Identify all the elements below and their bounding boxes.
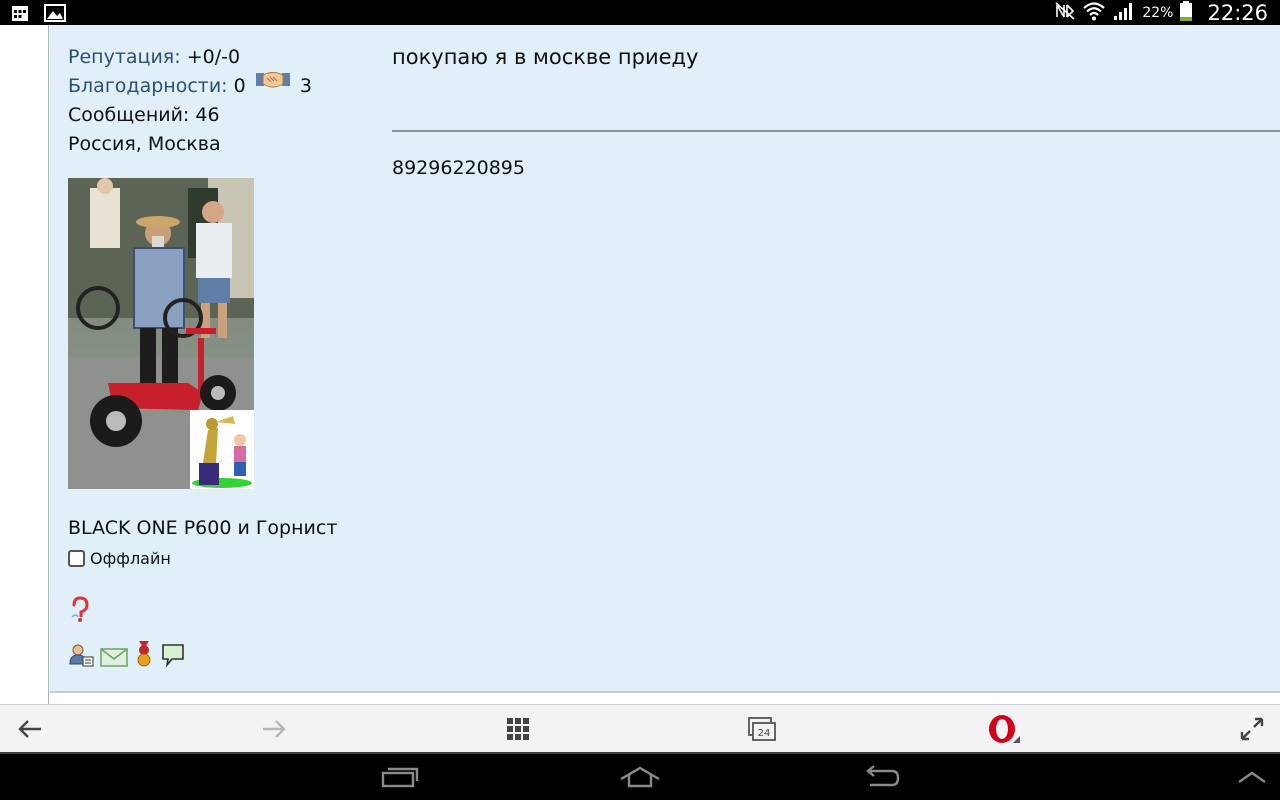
- user-title: BLACK ONE P600 и Горнист: [68, 517, 338, 539]
- message-title: покупаю я в москве приеду: [392, 45, 699, 69]
- forward-icon: [263, 720, 286, 738]
- reputation-line: Репутация: +0/-0: [68, 43, 368, 72]
- status-bar: 22% 22:26: [0, 0, 1280, 25]
- battery-icon: [1179, 0, 1193, 26]
- back-nav-icon: [866, 765, 900, 787]
- send-message-icon[interactable]: [100, 646, 128, 673]
- chat-bubble-icon[interactable]: [160, 642, 186, 673]
- back-nav-button[interactable]: [852, 754, 912, 800]
- speed-dial-button[interactable]: [498, 705, 538, 753]
- online-status-label: Оффлайн: [90, 549, 171, 568]
- tabs-count: 24: [758, 728, 771, 739]
- wifi-icon: [1082, 0, 1106, 26]
- location: Россия, Москва: [68, 133, 221, 155]
- notification-calendar-icon: [10, 3, 30, 27]
- web-page: Репутация: +0/-0 Благодарности: 0 3 Сооб: [0, 25, 1280, 704]
- nav-expand-icon: [1238, 771, 1266, 783]
- user-action-icons: [68, 640, 186, 673]
- nav-expand-button[interactable]: [1230, 754, 1274, 800]
- user-avatar[interactable]: [68, 178, 254, 489]
- award-medal-icon[interactable]: [134, 640, 154, 673]
- tabs-button[interactable]: 24: [742, 705, 782, 753]
- messages-line: Сообщений: 46: [68, 101, 368, 130]
- thanks-line: Благодарности: 0 3: [68, 72, 368, 101]
- opera-menu-icon: [989, 715, 1020, 743]
- mute-icon: [1054, 1, 1076, 25]
- home-icon: [620, 766, 660, 788]
- messages-label: Сообщений:: [68, 104, 190, 126]
- reputation-icon[interactable]: [68, 595, 92, 628]
- reputation-label[interactable]: Репутация:: [68, 46, 181, 68]
- recent-apps-button[interactable]: [370, 754, 430, 800]
- post-footer: [50, 693, 1280, 704]
- home-button[interactable]: [610, 754, 670, 800]
- fullscreen-button[interactable]: [1232, 705, 1272, 753]
- offline-status-icon: [68, 550, 85, 567]
- message-divider: [392, 130, 1280, 132]
- thanks-received-value: 3: [299, 75, 312, 97]
- back-icon: [18, 720, 41, 738]
- tabs-icon: 24: [748, 717, 776, 741]
- fullscreen-icon: [1240, 717, 1264, 741]
- handshake-icon: [255, 69, 290, 100]
- online-status: Оффлайн: [68, 549, 171, 568]
- thanks-label[interactable]: Благодарности:: [68, 75, 228, 97]
- signal-icon: [1112, 1, 1136, 25]
- reputation-value: +0/-0: [186, 46, 241, 68]
- left-gutter: [0, 25, 49, 704]
- user-profile-panel: Репутация: +0/-0 Благодарности: 0 3 Сооб: [68, 43, 368, 668]
- recent-apps-icon: [381, 767, 419, 788]
- speed-dial-icon: [507, 718, 529, 740]
- profile-icon[interactable]: [68, 642, 94, 673]
- thanks-given-value: 0: [233, 75, 246, 97]
- battery-percent: 22%: [1142, 4, 1174, 21]
- forward-button[interactable]: [254, 705, 294, 753]
- gallery-icon: [44, 3, 66, 27]
- browser-toolbar: 24: [0, 704, 1280, 752]
- back-button[interactable]: [10, 705, 50, 753]
- forum-post: Репутация: +0/-0 Благодарности: 0 3 Сооб: [50, 25, 1280, 691]
- opera-menu-button[interactable]: [984, 705, 1024, 753]
- message-body: 89296220895: [392, 157, 525, 179]
- clock: 22:26: [1207, 0, 1268, 25]
- system-navigation-bar: [0, 752, 1280, 800]
- messages-value: 46: [195, 104, 220, 126]
